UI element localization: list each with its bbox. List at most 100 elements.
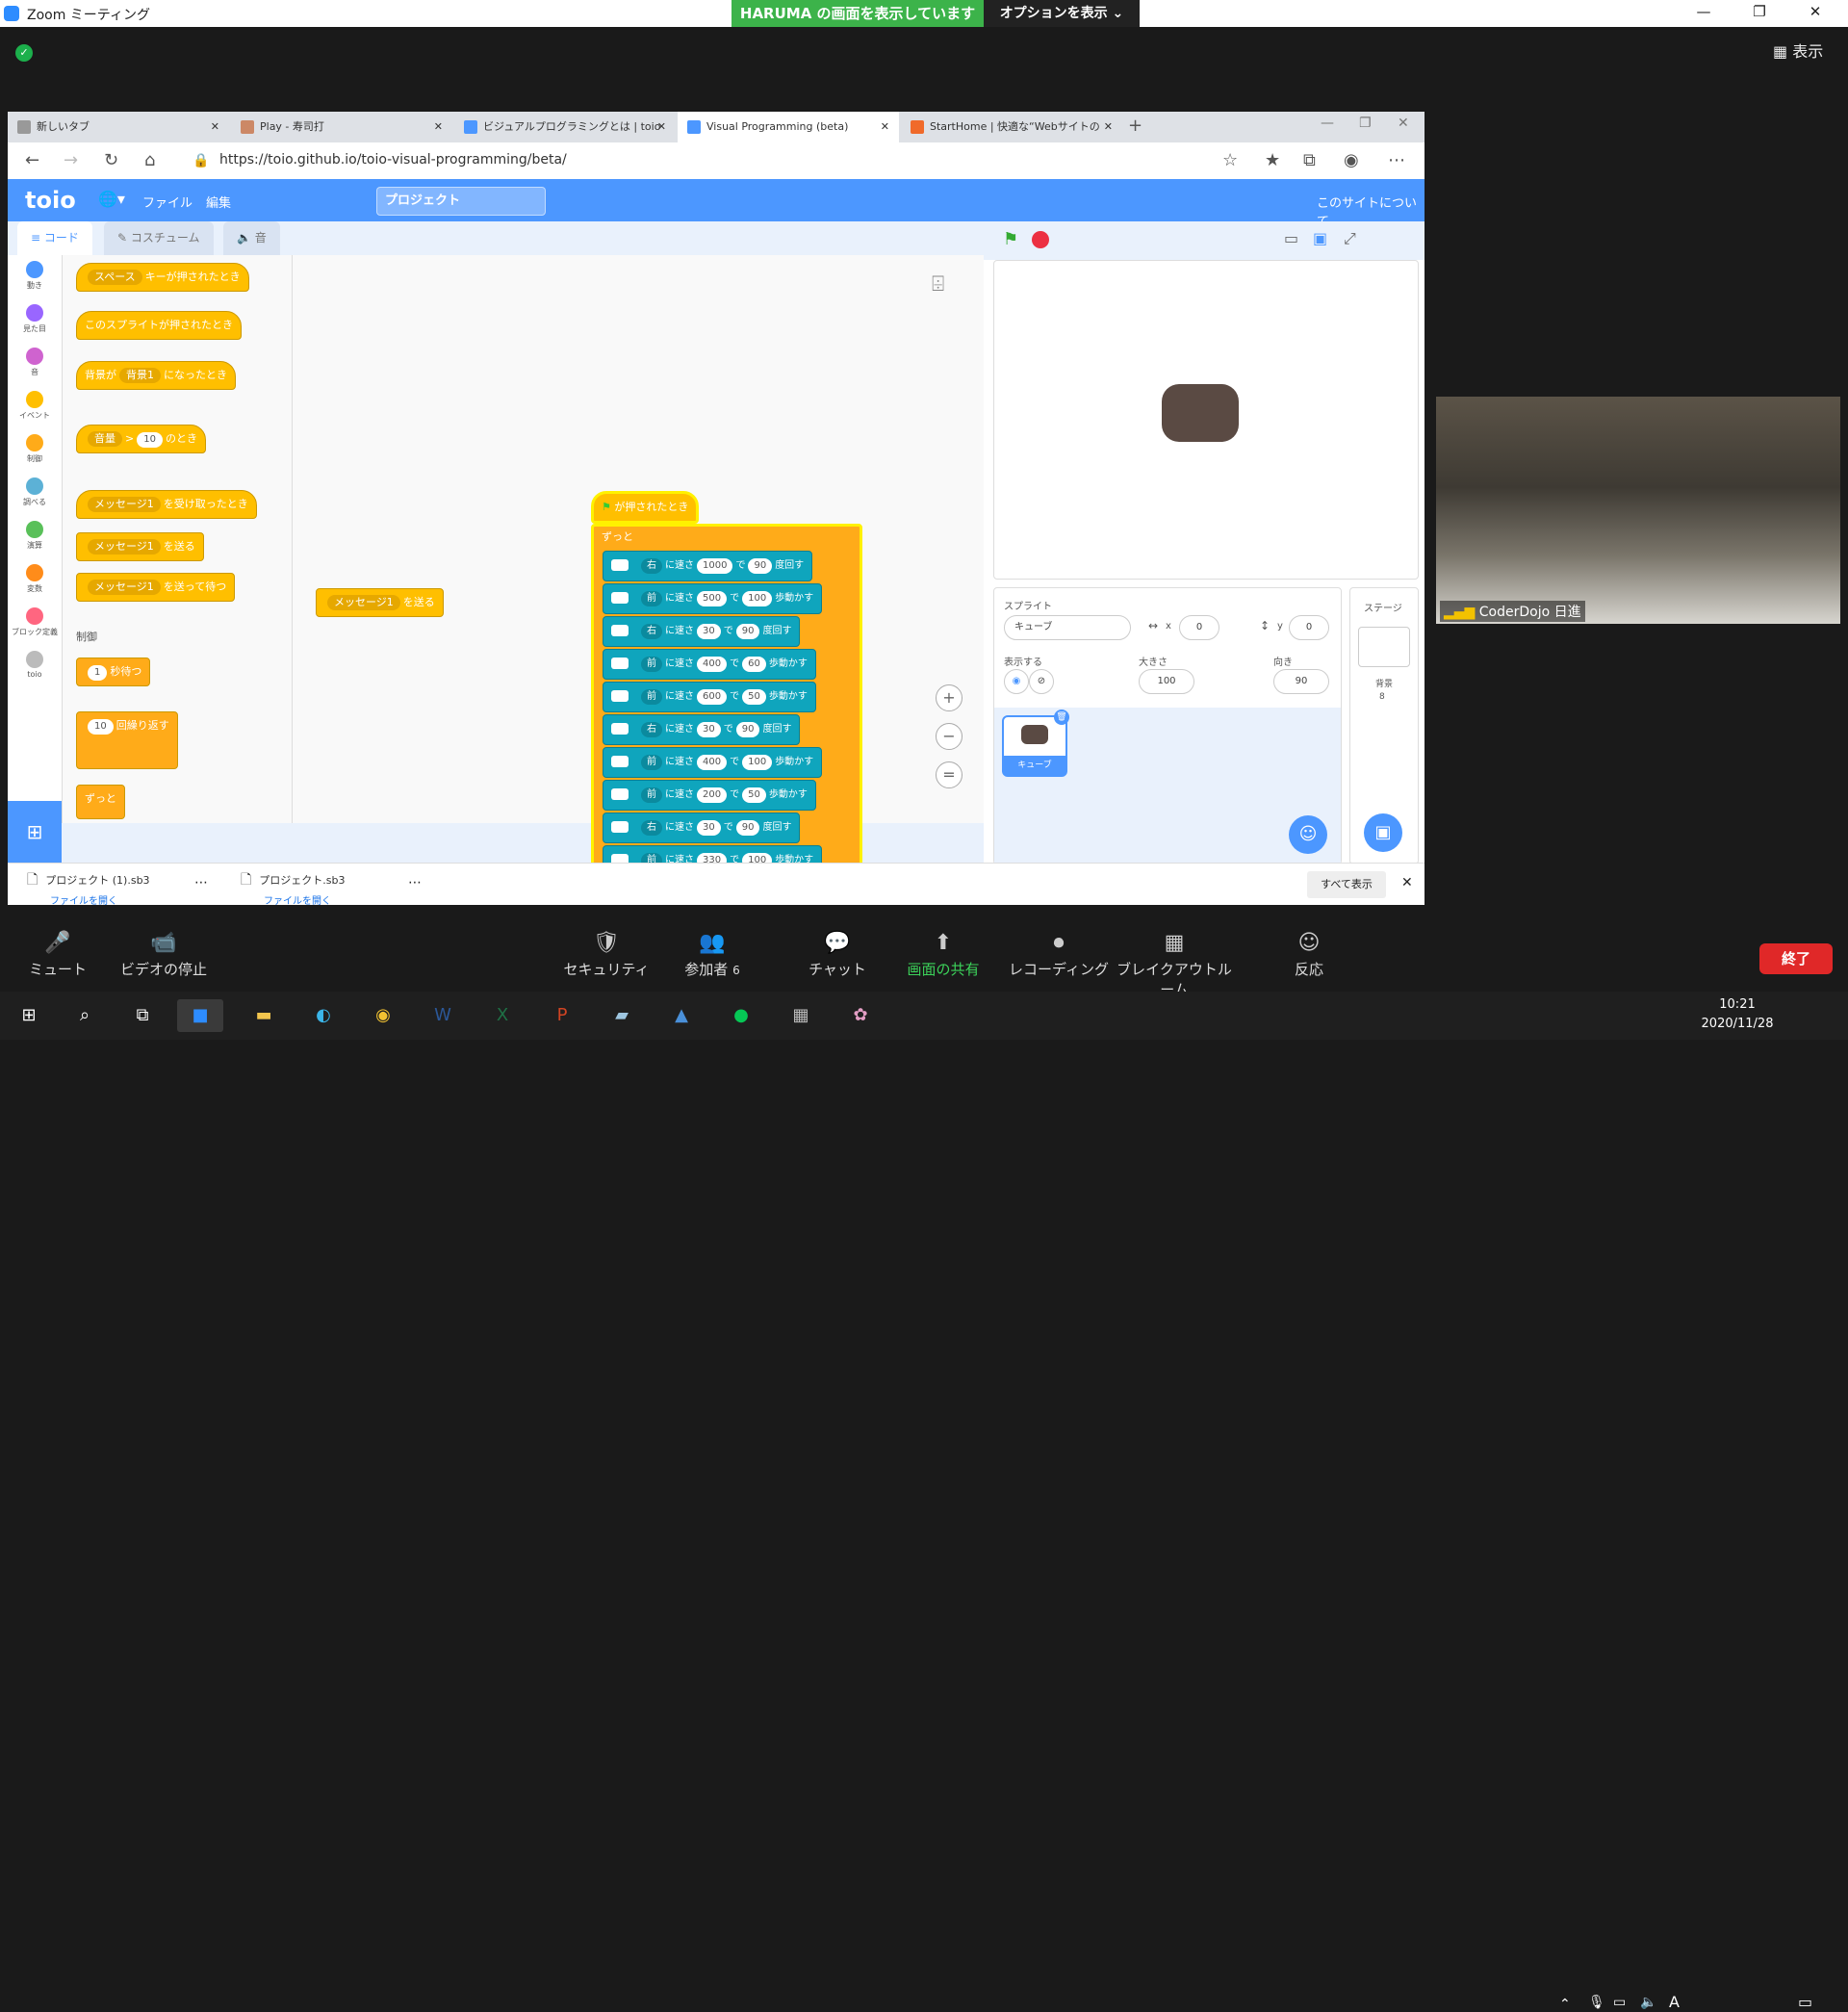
block-when-key-pressed[interactable]: スペース キーが押されたとき (76, 263, 249, 292)
move-block[interactable]: 前に速さ 200 で 50 歩動かす (603, 780, 816, 811)
cube-sprite-icon[interactable] (1162, 384, 1239, 442)
block-forever[interactable]: ずっと (76, 785, 125, 819)
toolbar-video-stop[interactable]: 📹 ビデオの停止 (106, 928, 221, 979)
x-input[interactable]: 0 (1179, 615, 1219, 640)
toio-logo[interactable]: toio (25, 187, 76, 214)
tab-sound[interactable]: 🔈 音 (223, 221, 280, 255)
speed-input[interactable]: 30 (697, 820, 721, 836)
powerpoint-icon[interactable]: P (539, 999, 585, 1032)
notifications-icon[interactable]: ▭ (1798, 1993, 1812, 2011)
url-field[interactable]: https://toio.github.io/toio-visual-progr… (219, 152, 567, 168)
menu-file[interactable]: ファイル (142, 193, 192, 211)
back-icon[interactable]: ← (25, 150, 39, 170)
y-input[interactable]: 0 (1289, 615, 1329, 640)
excel-icon[interactable]: X (479, 999, 526, 1032)
category-item[interactable]: 音 (8, 348, 62, 377)
tab-new[interactable]: 新しいタブ ✕ (8, 112, 229, 142)
new-tab-icon[interactable]: + (1128, 116, 1142, 136)
volume-icon[interactable]: 🔈 (1640, 1995, 1656, 2010)
favorites-icon[interactable]: ★ (1265, 150, 1280, 170)
script-when-flag-clicked[interactable]: ⚑ が押されたとき (591, 491, 700, 524)
zoom-taskbar-icon[interactable]: ■ (177, 999, 223, 1032)
block-broadcast[interactable]: メッセージ1 を送る (76, 532, 204, 561)
toolbar-mute[interactable]: 🎤 ミュート (0, 928, 116, 979)
speed-input[interactable]: 500 (697, 591, 728, 606)
move-block[interactable]: 右に速さ 1000 で 90 度回す (603, 551, 813, 581)
amount-input[interactable]: 90 (735, 820, 760, 836)
ime-indicator[interactable]: A (1669, 1993, 1680, 2011)
speed-input[interactable]: 400 (697, 755, 728, 770)
word-icon[interactable]: W (420, 999, 466, 1032)
zoom-in-icon[interactable]: + (936, 684, 962, 711)
toolbar-participants[interactable]: 👥 参加者 6 (654, 928, 770, 979)
message-dropdown[interactable]: メッセージ1 (88, 580, 161, 595)
direction-dropdown[interactable]: 前 (641, 787, 662, 803)
block-when-greater-than[interactable]: 音量 >10 のとき (76, 425, 206, 453)
show-eye-icon[interactable]: ◉ (1004, 669, 1029, 694)
direction-dropdown[interactable]: 前 (641, 755, 662, 770)
browser-restore-icon[interactable]: ❐ (1359, 116, 1372, 131)
block-when-receive[interactable]: メッセージ1 を受け取ったとき (76, 490, 257, 519)
message-dropdown[interactable]: メッセージ1 (88, 539, 161, 555)
speed-input[interactable]: 1000 (697, 558, 733, 574)
amount-input[interactable]: 90 (748, 558, 773, 574)
download-more-icon[interactable]: ⋯ (194, 875, 208, 890)
download-item[interactable]: 🗋 プロジェクト.sb3 ファイルを開く (241, 869, 345, 905)
toolbar-security[interactable]: 🛡 セキュリティ (549, 928, 664, 979)
amount-input[interactable]: 100 (742, 591, 773, 606)
toolbar-breakout[interactable]: ▦ ブレイクアウトルーム (1116, 928, 1232, 999)
calculator-icon[interactable]: ▦ (778, 999, 824, 1032)
trash-icon[interactable]: 🗑 (1054, 709, 1069, 725)
toolbar-recording[interactable]: ⏺ レコーディング (1001, 928, 1116, 979)
direction-dropdown[interactable]: 右 (641, 820, 662, 836)
close-tab-icon[interactable]: ✕ (881, 112, 889, 142)
sprite-thumb-cube[interactable]: キューブ 🗑 (1002, 709, 1069, 777)
speed-input[interactable]: 30 (697, 624, 721, 639)
tab-sushida[interactable]: Play - 寿司打 ✕ (231, 112, 452, 142)
direction-dropdown[interactable]: 右 (641, 722, 662, 737)
profile-icon[interactable]: ◉ (1344, 150, 1359, 170)
add-sprite-icon[interactable]: ☺ (1289, 815, 1327, 854)
move-block[interactable]: 前に速さ 600 で 50 歩動かす (603, 682, 816, 712)
direction-input[interactable]: 90 (1273, 669, 1329, 694)
taskbar-clock[interactable]: 10:21 2020/11/28 (1694, 995, 1781, 1034)
tab-starthome[interactable]: StartHome | 快適な“Webサイトの ✕ (901, 112, 1122, 142)
message-dropdown[interactable]: メッセージ1 (88, 497, 161, 512)
speed-input[interactable]: 30 (697, 722, 721, 737)
block-broadcast-wait[interactable]: メッセージ1 を送って待つ (76, 573, 236, 602)
toolbar-share-screen[interactable]: ⬆ 画面の共有 (886, 928, 1001, 979)
photos-icon[interactable]: ▲ (658, 999, 705, 1032)
amount-input[interactable]: 90 (735, 624, 760, 639)
direction-dropdown[interactable]: 前 (641, 591, 662, 606)
add-extension-button[interactable]: ⊞ (8, 801, 62, 863)
add-backdrop-icon[interactable]: ▣ (1364, 813, 1402, 852)
browser-close-icon[interactable]: ✕ (1398, 116, 1409, 131)
key-dropdown[interactable]: スペース (88, 270, 142, 285)
amount-input[interactable]: 100 (742, 755, 773, 770)
start-icon[interactable]: ⊞ (6, 999, 52, 1032)
tray-chevron-icon[interactable]: ⌃ (1559, 1997, 1571, 2012)
globe-icon[interactable]: 🌐▾ (98, 190, 125, 208)
collections-icon[interactable]: ⧉ (1303, 150, 1316, 170)
move-block[interactable]: 右に速さ 30 で 90 度回す (603, 616, 801, 647)
amount-input[interactable]: 60 (742, 657, 766, 672)
toolbar-chat[interactable]: 💬 チャット (780, 928, 895, 979)
message-dropdown[interactable]: メッセージ1 (327, 595, 400, 610)
zoom-reset-icon[interactable]: = (936, 761, 962, 788)
category-item[interactable]: ブロック定義 (8, 607, 62, 637)
block-when-sprite-clicked[interactable]: このスプライトが押されたとき (76, 311, 242, 340)
amount-input[interactable]: 50 (742, 787, 766, 803)
restore-icon[interactable]: ❐ (1740, 3, 1779, 20)
backdrop-dropdown[interactable]: 背景1 (119, 368, 161, 383)
move-block[interactable]: 右に速さ 30 で 90 度回す (603, 714, 801, 745)
menu-edit[interactable]: 編集 (206, 193, 231, 211)
network-icon[interactable]: ▭ (1613, 1995, 1626, 2010)
refresh-icon[interactable]: ↻ (104, 150, 118, 170)
number-input[interactable]: 10 (137, 432, 163, 448)
show-all-button[interactable]: すべて表示 (1307, 871, 1386, 898)
toolbar-reaction[interactable]: ☺ 反応 (1251, 928, 1367, 979)
category-item[interactable]: 演算 (8, 521, 62, 551)
download-more-icon[interactable]: ⋯ (408, 875, 422, 890)
direction-dropdown[interactable]: 前 (641, 657, 662, 672)
open-file-link[interactable]: ファイルを開く (264, 896, 331, 905)
